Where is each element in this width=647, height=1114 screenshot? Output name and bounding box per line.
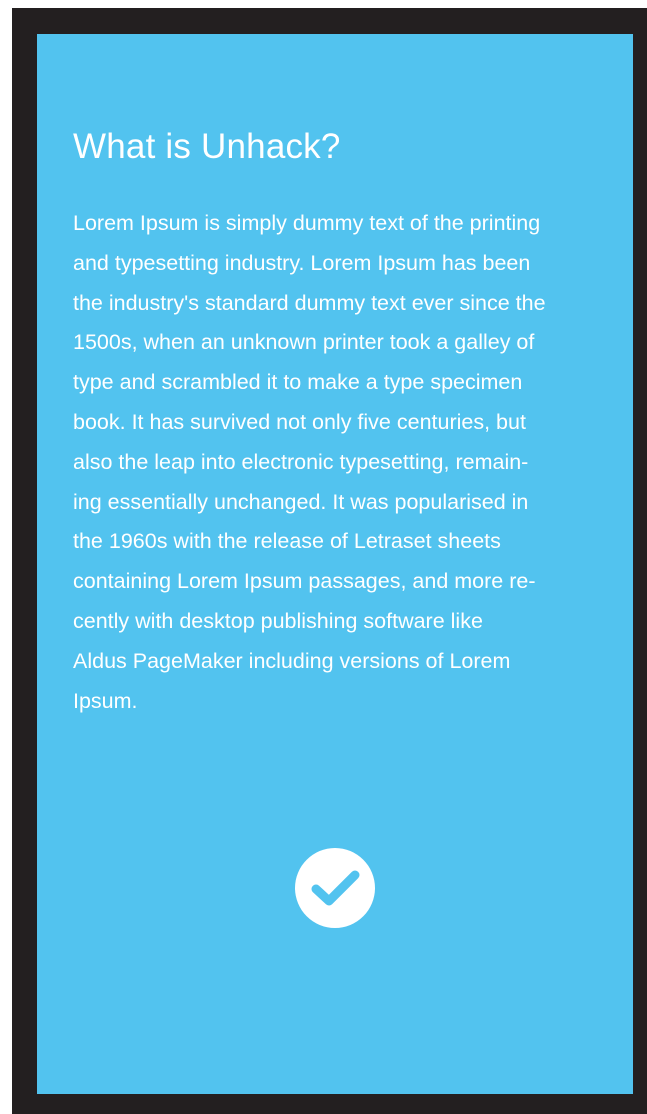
description-line: 1500s, when an unknown printer took a ga… <box>73 330 535 355</box>
description-line: cently with desktop publishing software … <box>73 608 483 633</box>
description-line: Aldus PageMaker including versions of Lo… <box>73 648 511 673</box>
description-line: Lorem Ipsum is simply dummy text of the … <box>73 211 541 235</box>
description-line: book. It has survived not only five cent… <box>73 409 526 434</box>
intro-screen: What is Unhack? Lorem Ipsum is simply du… <box>37 34 633 1094</box>
description-line: ing essentially unchanged. It was popula… <box>73 489 529 514</box>
description-line: the 1960s with the release of Letraset s… <box>73 529 501 554</box>
device-frame: What is Unhack? Lorem Ipsum is simply du… <box>12 8 647 1114</box>
description-line: containing Lorem Ipsum passages, and mor… <box>73 569 536 594</box>
description-line: and typesetting industry. Lorem Ipsum ha… <box>73 250 531 275</box>
page-title: What is Unhack? <box>73 127 341 166</box>
description-line: also the leap into electronic typesettin… <box>73 449 529 474</box>
check-icon <box>311 870 360 906</box>
description-line: type and scrambled it to make a type spe… <box>73 370 523 395</box>
description-line: the industry's standard dummy text ever … <box>73 290 546 315</box>
confirm-button[interactable] <box>295 848 375 928</box>
description-text: Lorem Ipsum is simply dummy text of the … <box>73 204 546 721</box>
description-line: Ipsum. <box>73 688 138 713</box>
